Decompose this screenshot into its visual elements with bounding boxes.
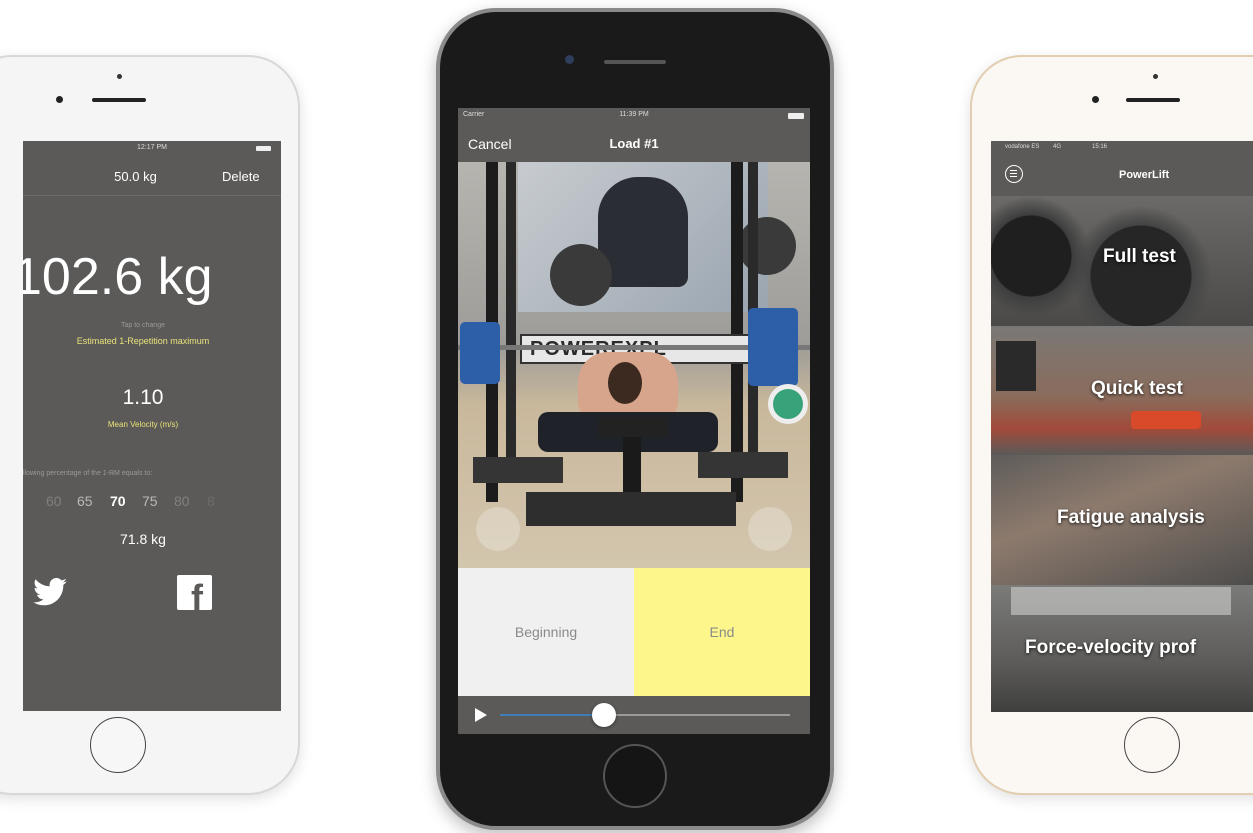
left-phone-camera <box>56 96 63 103</box>
result-weight: 71.8 kg <box>120 531 166 547</box>
scrub-right-overlay[interactable] <box>748 507 792 551</box>
left-nav-title: 50.0 kg <box>114 169 157 184</box>
mural-plate-right <box>738 217 796 275</box>
right-phone-camera <box>1092 96 1099 103</box>
plate-left-blue <box>460 322 500 384</box>
playback-filled <box>500 714 605 716</box>
athlete-head <box>608 362 642 404</box>
mean-velocity-value: 1.10 <box>122 386 164 409</box>
menu-item-label: Fatigue analysis <box>1057 507 1205 528</box>
plate-green <box>768 384 808 424</box>
middle-battery-icon <box>788 113 804 119</box>
estimated-1rm-label: Estimated 1-Repetition maximum <box>76 336 210 346</box>
right-home-button[interactable] <box>1124 717 1180 773</box>
left-nav-divider <box>23 195 281 196</box>
beginning-button[interactable]: Beginning <box>458 568 634 696</box>
floor-mat-3 <box>698 452 788 478</box>
mural-plate-left <box>550 244 612 306</box>
mean-velocity-label: Mean Velocity (m/s) <box>107 420 179 429</box>
menu-item-force-velocity-profile[interactable]: Force-velocity prof <box>991 585 1253 712</box>
right-nav-title: PowerLift <box>1119 169 1170 181</box>
percentage-description: llowing percentage of the 1-RM equals to… <box>23 470 153 477</box>
playback-thumb[interactable] <box>592 703 617 727</box>
right-status-network: 4G <box>1053 144 1062 150</box>
twitter-icon[interactable] <box>33 578 67 606</box>
tap-to-change-hint: Tap to change <box>121 322 165 329</box>
right-phone-screen: vodafone ES 4G 15:16 PowerLift Full test… <box>991 141 1253 712</box>
rack-post-left-2 <box>506 162 516 462</box>
menu-item-label: Quick test <box>1091 378 1183 399</box>
right-phone-speaker <box>1126 98 1180 102</box>
right-phone-sensor <box>1153 74 1158 79</box>
left-battery-icon <box>256 146 271 151</box>
right-status-time: 15:16 <box>1092 144 1108 150</box>
left-status-time: 12:17 PM <box>137 144 167 151</box>
left-phone-speaker <box>92 98 146 102</box>
menu-item-label: Force-velocity prof <box>1025 637 1197 658</box>
left-phone-sensor <box>117 74 122 79</box>
floor-mat-2 <box>473 457 563 483</box>
facebook-icon[interactable]: f <box>177 575 212 610</box>
bench-pad <box>598 417 668 437</box>
play-icon[interactable] <box>475 708 487 722</box>
plate-right-blue <box>748 308 798 386</box>
middle-nav-title: Load #1 <box>609 136 659 151</box>
middle-phone-screen: Carrier 11:39 PM Cancel Load #1 POWEREXP… <box>458 108 810 734</box>
menu-item-full-test[interactable]: Full test <box>991 196 1253 326</box>
video-frame[interactable]: POWEREXPL <box>458 162 810 568</box>
percentage-80[interactable]: 80 <box>174 493 190 509</box>
left-phone-screen: 12:17 PM 50.0 kg Delete 102.6 kg Tap to … <box>23 141 281 711</box>
estimated-weight-value[interactable]: 102.6 kg <box>23 247 213 307</box>
middle-phone-camera <box>565 55 574 64</box>
middle-phone-speaker <box>604 60 666 64</box>
menu-item-fatigue-analysis[interactable]: Fatigue analysis <box>991 455 1253 585</box>
menu-item-quick-test[interactable]: Quick test <box>991 326 1253 455</box>
middle-home-button[interactable] <box>603 744 667 808</box>
menu-item-label: Full test <box>1103 246 1176 267</box>
end-button[interactable]: End <box>634 568 810 696</box>
percentage-75[interactable]: 75 <box>142 493 158 509</box>
percentage-70-selected[interactable]: 70 <box>110 493 126 509</box>
percentage-60[interactable]: 60 <box>46 493 62 509</box>
floor-mat <box>526 492 736 526</box>
right-status-carrier: vodafone ES <box>1005 144 1040 150</box>
percentage-85[interactable]: 8 <box>207 493 215 509</box>
left-home-button[interactable] <box>90 717 146 773</box>
rack-post-right <box>731 162 743 502</box>
delete-button[interactable]: Delete <box>222 169 260 184</box>
menu-icon[interactable] <box>1005 165 1023 183</box>
middle-status-time: 11:39 PM <box>619 111 649 118</box>
percentage-65[interactable]: 65 <box>77 493 93 509</box>
scrub-left-overlay[interactable] <box>476 507 520 551</box>
